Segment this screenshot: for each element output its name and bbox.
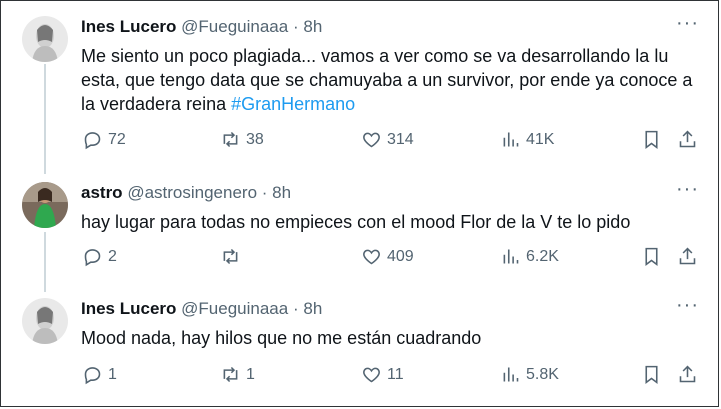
tweet-text-line: Me siento un poco plagiada... vamos a ve… (81, 46, 669, 66)
tweet-text-segment: la verdadera reina (81, 94, 232, 114)
repost-icon (223, 131, 238, 148)
more-options-icon[interactable]: ··· (676, 12, 699, 35)
reply-button[interactable]: 2 (82, 246, 117, 267)
bookmark-icon (645, 365, 658, 384)
tweet-header: Ines Lucero @Fueguinaaa · 8h (81, 17, 322, 37)
action-bar: 2 409 6.2K (0, 246, 721, 270)
reply-count: 72 (108, 130, 126, 148)
action-bar: 1 1 11 5.8K (0, 364, 721, 388)
tweet-text-line: Mood nada, hay hilos que no me están cua… (81, 328, 482, 348)
repost-button[interactable]: 38 (220, 129, 264, 150)
view-count: 6.2K (526, 247, 559, 265)
thread-line (44, 64, 46, 174)
tweet-header: Ines Lucero @Fueguinaaa · 8h (81, 299, 322, 319)
tweet-text: Mood nada, hay hilos que no me están cua… (81, 326, 701, 350)
timestamp[interactable]: 8h (303, 299, 322, 318)
analytics-icon (503, 249, 519, 264)
repost-count: 38 (246, 130, 264, 148)
more-options-icon[interactable]: ··· (676, 178, 699, 201)
like-count: 409 (387, 247, 414, 265)
reply-button[interactable]: 72 (82, 129, 126, 150)
heart-icon (363, 367, 380, 383)
view-count: 41K (526, 130, 555, 148)
like-button[interactable]: 11 (361, 364, 404, 385)
analytics-icon (503, 367, 519, 382)
reply-count: 1 (108, 365, 117, 383)
like-count: 314 (387, 130, 414, 148)
share-icon (679, 365, 696, 383)
timestamp[interactable]: 8h (303, 17, 322, 36)
user-handle[interactable]: @Fueguinaaa (181, 299, 288, 318)
repost-count: 1 (246, 365, 255, 383)
reply-icon (84, 249, 101, 267)
view-count: 5.8K (526, 365, 559, 383)
share-button[interactable] (677, 364, 698, 385)
reply-button[interactable]: 1 (82, 364, 117, 385)
share-icon (679, 130, 696, 148)
tweet-text-line: hay lugar para todas no empieces con el … (81, 212, 631, 232)
avatar[interactable] (22, 16, 68, 62)
bookmark-button[interactable] (641, 129, 662, 150)
display-name[interactable]: Ines Lucero (81, 299, 176, 318)
user-handle[interactable]: @Fueguinaaa (181, 17, 288, 36)
reply-count: 2 (108, 247, 117, 265)
reply-icon (84, 367, 101, 385)
like-count: 11 (387, 365, 404, 383)
separator: · (292, 17, 299, 36)
tweet-text: Me siento un poco plagiada... vamos a ve… (81, 44, 701, 116)
tweet-text-line: esta, que tengo data que se chamuyaba a … (81, 70, 693, 90)
views-button[interactable]: 41K (500, 129, 554, 150)
bookmark-button[interactable] (641, 246, 662, 267)
views-button[interactable]: 5.8K (500, 364, 559, 385)
user-handle[interactable]: @astrosingenero (127, 183, 257, 202)
heart-icon (363, 249, 380, 265)
views-button[interactable]: 6.2K (500, 246, 559, 267)
tweet-text: hay lugar para todas no empieces con el … (81, 210, 701, 234)
more-options-icon[interactable]: ··· (676, 294, 699, 317)
repost-button[interactable]: 1 (220, 364, 255, 385)
share-button[interactable] (677, 129, 698, 150)
share-icon (679, 247, 696, 265)
hashtag-link[interactable]: #GranHermano (231, 94, 355, 114)
action-bar: 72 38 314 41K (0, 129, 721, 153)
repost-icon (223, 248, 238, 265)
bookmark-button[interactable] (641, 364, 662, 385)
like-button[interactable]: 314 (361, 129, 414, 150)
separator: · (292, 299, 299, 318)
display-name[interactable]: Ines Lucero (81, 17, 176, 36)
heart-icon (363, 132, 380, 148)
tweet-header: astro @astrosingenero · 8h (81, 183, 291, 203)
reply-icon (84, 132, 101, 150)
repost-icon (223, 366, 238, 383)
bookmark-icon (645, 130, 658, 149)
tweet-text-line: la verdadera reina #GranHermano (81, 92, 701, 116)
share-button[interactable] (677, 246, 698, 267)
separator: · (261, 183, 268, 202)
avatar[interactable] (22, 298, 68, 344)
bookmark-icon (645, 247, 658, 266)
repost-button[interactable] (220, 246, 246, 267)
like-button[interactable]: 409 (361, 246, 414, 267)
timestamp[interactable]: 8h (272, 183, 291, 202)
avatar[interactable] (22, 182, 68, 228)
analytics-icon (503, 132, 519, 147)
display-name[interactable]: astro (81, 183, 123, 202)
